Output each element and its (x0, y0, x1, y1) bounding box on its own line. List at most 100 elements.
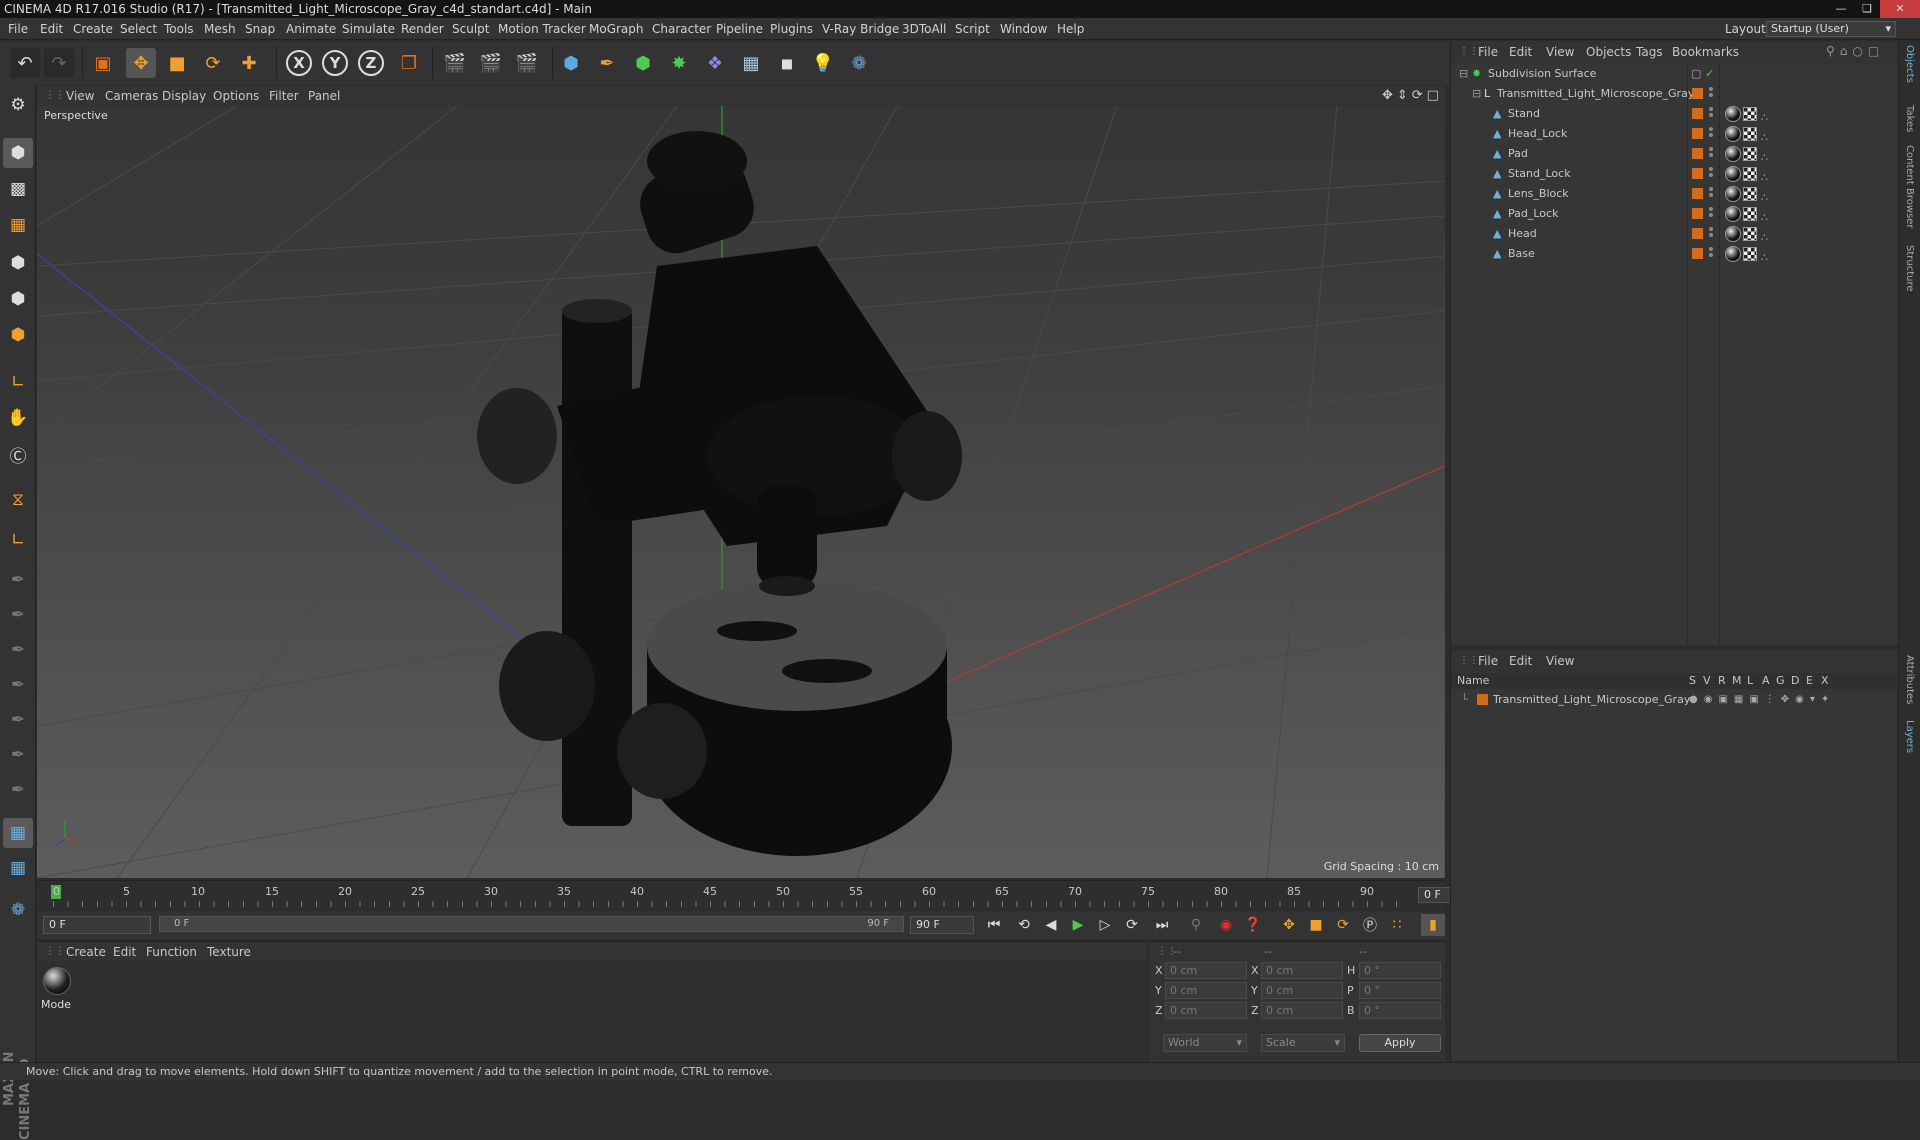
add-floor-button[interactable]: ▦ (736, 48, 766, 78)
add-spline-button[interactable]: ✒ (592, 48, 622, 78)
size-y-field[interactable]: 0 cm (1261, 982, 1343, 999)
key-position-button[interactable]: ✥ (1277, 914, 1301, 936)
visibility-dots[interactable] (1709, 127, 1714, 141)
add-cube-button[interactable]: ⬢ (556, 48, 586, 78)
object-row[interactable]: ▲ Stand_Lock ∴ (1451, 164, 1898, 184)
redo-button[interactable]: ↷ (44, 48, 74, 78)
menu-motion-tracker[interactable]: Motion Tracker (498, 18, 586, 40)
layout-dropdown[interactable]: Startup (User)▾ (1766, 21, 1896, 37)
object-row[interactable]: ▲ Pad ∴ (1451, 144, 1898, 164)
menu-mesh[interactable]: Mesh (204, 18, 236, 40)
layer-color-tag[interactable] (1692, 208, 1703, 219)
menu-plugins[interactable]: Plugins (770, 18, 813, 40)
menu-window[interactable]: Window (1000, 18, 1047, 40)
last-tool-button[interactable]: ✚ (234, 48, 264, 78)
next-key-button[interactable]: ⟳ (1120, 914, 1144, 936)
keyframe-selection-button[interactable]: ❓ (1241, 914, 1265, 936)
tab-content-browser[interactable]: Content Browser (1904, 145, 1915, 228)
undo-button[interactable]: ↶ (10, 48, 40, 78)
add-deformer-button[interactable]: ❖ (700, 48, 730, 78)
visibility-dots[interactable] (1709, 207, 1714, 221)
menu-3dtoall[interactable]: 3DToAll (902, 18, 946, 40)
viewport-nav-icons[interactable]: ✥⇕⟳□ (1382, 88, 1443, 103)
layer-color-tag[interactable] (1692, 108, 1703, 119)
lock-workplane-button[interactable]: ▦ (3, 853, 33, 883)
visibility-dots[interactable] (1709, 107, 1714, 121)
frame-range-slider[interactable]: 0 F 90 F (159, 916, 904, 932)
menu-select[interactable]: Select (120, 18, 157, 40)
size-mode-dropdown[interactable]: Scale▾ (1261, 1034, 1345, 1052)
texture-tag-icon[interactable] (1743, 147, 1757, 161)
play-button[interactable]: ▶ (1066, 914, 1090, 936)
axis-y-button[interactable]: Y (322, 50, 348, 76)
object-row[interactable]: ▲ Base ∴ (1451, 244, 1898, 264)
move-tool-button[interactable]: ✥ (126, 48, 156, 78)
viewport-menu-filter[interactable]: Filter (269, 86, 299, 106)
solo-button[interactable]: Ⓒ (3, 439, 33, 469)
viewport-menu-cameras[interactable]: Cameras (105, 86, 158, 106)
object-menu-file[interactable]: File (1478, 41, 1498, 63)
layer-menu-edit[interactable]: Edit (1509, 650, 1532, 672)
visibility-dots[interactable] (1709, 167, 1714, 181)
object-menu-view[interactable]: View (1546, 41, 1574, 63)
material-swatch[interactable] (43, 967, 71, 995)
start-frame-field[interactable]: 0 F (43, 916, 151, 934)
viewport-menu-panel[interactable]: Panel (308, 86, 340, 106)
size-x-field[interactable]: 0 cm (1261, 962, 1343, 979)
snap-button[interactable]: ⧖ (3, 485, 33, 515)
add-light-button[interactable]: 💡 (808, 48, 838, 78)
size-z-field[interactable]: 0 cm (1261, 1002, 1343, 1019)
object-menu-edit[interactable]: Edit (1509, 41, 1532, 63)
menu-mograph[interactable]: MoGraph (589, 18, 644, 40)
tab-objects[interactable]: Objects (1904, 45, 1915, 83)
layer-color-tag[interactable] (1692, 148, 1703, 159)
live-selection-button[interactable]: ▣ (88, 48, 118, 78)
edit-check-icon[interactable]: ▢ (1691, 64, 1701, 84)
key-pla-button[interactable]: ∷ (1385, 914, 1409, 936)
menu-vray-bridge[interactable]: V-Ray Bridge (822, 18, 899, 40)
layer-row[interactable]: └ Transmitted_Light_Microscope_Gray ●◉▣▦… (1451, 690, 1898, 710)
viewport-menu-options[interactable]: Options (213, 86, 259, 106)
texture-tag-icon[interactable] (1743, 167, 1757, 181)
collapse-icon[interactable]: ⊟ (1472, 84, 1481, 104)
layer-color-tag[interactable] (1692, 88, 1703, 99)
next-frame-button[interactable]: ▷ (1093, 914, 1117, 936)
menu-edit[interactable]: Edit (40, 18, 63, 40)
material-menu-edit[interactable]: Edit (113, 942, 136, 962)
search-icon[interactable]: ⚲⌂○□ (1826, 44, 1884, 58)
rotation-p-field[interactable]: 0 ° (1359, 982, 1441, 999)
tab-structure[interactable]: Structure (1904, 245, 1915, 292)
texture-tag-icon[interactable] (1743, 127, 1757, 141)
enabled-check-icon[interactable]: ✓ (1705, 64, 1714, 84)
timeline-layout-button[interactable]: ▮ (1421, 914, 1445, 936)
menu-file[interactable]: File (8, 18, 28, 40)
record-keys-button[interactable]: ⚲ (1184, 914, 1208, 936)
layer-color-swatch[interactable] (1477, 694, 1488, 705)
position-z-field[interactable]: 0 cm (1165, 1002, 1247, 1019)
autokey-button[interactable]: ◉ (1214, 914, 1238, 936)
texture-tag-icon[interactable] (1743, 227, 1757, 241)
add-camera-button[interactable]: ◾ (772, 48, 802, 78)
visibility-dots[interactable] (1709, 87, 1714, 101)
layer-color-tag[interactable] (1692, 228, 1703, 239)
texture-tag-icon[interactable] (1743, 187, 1757, 201)
uv-grid-button[interactable]: ▦ (3, 818, 33, 848)
layer-menu-file[interactable]: File (1478, 650, 1498, 672)
material-tag-icon[interactable] (1725, 106, 1741, 122)
material-tag-icon[interactable] (1725, 146, 1741, 162)
material-menu-texture[interactable]: Texture (207, 942, 251, 962)
material-tag-icon[interactable] (1725, 166, 1741, 182)
menu-character[interactable]: Character (652, 18, 711, 40)
visibility-dots[interactable] (1709, 247, 1714, 261)
render-to-picture-viewer-button[interactable]: 🎬 (476, 48, 506, 78)
material-name[interactable]: Mode (41, 998, 71, 1011)
model-mode-button[interactable]: ⬢ (3, 138, 33, 168)
add-array-button[interactable]: ✸ (664, 48, 694, 78)
sculpt-tool-6[interactable]: ✒ (3, 740, 33, 770)
axis-z-button[interactable]: Z (358, 50, 384, 76)
texture-tag-icon[interactable] (1743, 207, 1757, 221)
viewport-menu-view[interactable]: View (66, 86, 94, 106)
go-to-end-button[interactable]: ⏭ (1150, 914, 1174, 936)
tab-takes[interactable]: Takes (1904, 105, 1915, 132)
position-x-field[interactable]: 0 cm (1165, 962, 1247, 979)
